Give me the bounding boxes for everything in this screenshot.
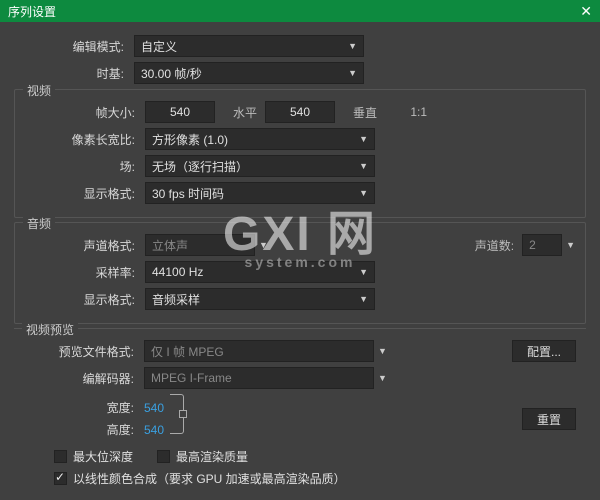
chevron-down-icon: ▼ [378,373,387,383]
window-title: 序列设置 [8,3,56,20]
max-render-quality-checkbox[interactable] [157,450,170,463]
chevron-down-icon: ▼ [566,240,575,250]
configure-button[interactable]: 配置... [512,340,576,362]
chevron-down-icon: ▼ [348,68,357,78]
link-dimensions-icon[interactable] [170,394,184,434]
par-label: 像素长宽比: [25,131,145,148]
timebase-label: 时基: [14,65,134,82]
sample-rate-dropdown[interactable]: 44100 Hz ▼ [145,261,375,283]
preview-file-format-label: 预览文件格式: [24,343,144,360]
channels-dropdown[interactable]: 2 [522,234,562,256]
par-dropdown[interactable]: 方形像素 (1.0) ▼ [145,128,375,150]
codec-label: 编解码器: [24,370,144,387]
linear-color-checkbox[interactable] [54,472,67,485]
aspect-label: 1:1 [385,105,435,119]
chevron-down-icon: ▼ [378,346,387,356]
video-display-format-dropdown[interactable]: 30 fps 时间码 ▼ [145,182,375,204]
vert-label: 垂直 [335,104,385,121]
channel-format-dropdown[interactable]: 立体声 [145,234,255,256]
fields-dropdown[interactable]: 无场（逐行扫描） ▼ [145,155,375,177]
frame-height-input[interactable]: 540 [265,101,335,123]
horiz-label: 水平 [215,104,265,121]
preview-group: 视频预览 预览文件格式: 仅 I 帧 MPEG ▼ 配置... 编解码器: MP… [14,328,586,487]
channel-format-label: 声道格式: [25,237,145,254]
reset-button[interactable]: 重置 [522,408,576,430]
max-bit-depth-checkbox[interactable] [54,450,67,463]
edit-mode-dropdown[interactable]: 自定义 ▼ [134,35,364,57]
preview-height-value[interactable]: 540 [144,423,164,437]
frame-width-input[interactable]: 540 [145,101,215,123]
audio-legend: 音频 [23,215,55,232]
preview-width-value[interactable]: 540 [144,401,164,415]
codec-dropdown[interactable]: MPEG I-Frame [144,367,374,389]
max-bit-depth-label: 最大位深度 [73,448,133,465]
close-icon[interactable]: ✕ [580,3,592,20]
chevron-down-icon: ▼ [259,240,268,250]
chevron-down-icon: ▼ [359,267,368,277]
video-display-format-label: 显示格式: [25,185,145,202]
video-legend: 视频 [23,82,55,99]
linear-color-label: 以线性颜色合成（要求 GPU 加速或最高渲染品质） [73,470,346,487]
content: 编辑模式: 自定义 ▼ 时基: 30.00 帧/秒 ▼ 视频 帧大小: 540 … [0,22,600,496]
chevron-down-icon: ▼ [359,161,368,171]
max-render-quality-label: 最高渲染质量 [176,448,248,465]
chevron-down-icon: ▼ [359,134,368,144]
preview-height-label: 高度: [24,421,144,438]
audio-display-format-dropdown[interactable]: 音频采样 ▼ [145,288,375,310]
audio-group: 音频 声道格式: 立体声 ▼ 声道数: 2 ▼ 采样率: 44100 Hz ▼ … [14,222,586,324]
sample-rate-label: 采样率: [25,264,145,281]
chevron-down-icon: ▼ [359,188,368,198]
channels-label: 声道数: [475,237,522,254]
edit-mode-label: 编辑模式: [14,38,134,55]
frame-size-label: 帧大小: [25,104,145,121]
preview-legend: 视频预览 [22,321,78,338]
fields-label: 场: [25,158,145,175]
titlebar: 序列设置 ✕ [0,0,600,22]
preview-width-label: 宽度: [24,399,144,416]
chevron-down-icon: ▼ [359,294,368,304]
video-group: 视频 帧大小: 540 水平 540 垂直 1:1 像素长宽比: 方形像素 (1… [14,89,586,218]
timebase-dropdown[interactable]: 30.00 帧/秒 ▼ [134,62,364,84]
chevron-down-icon: ▼ [348,41,357,51]
audio-display-format-label: 显示格式: [25,291,145,308]
preview-file-format-dropdown[interactable]: 仅 I 帧 MPEG [144,340,374,362]
